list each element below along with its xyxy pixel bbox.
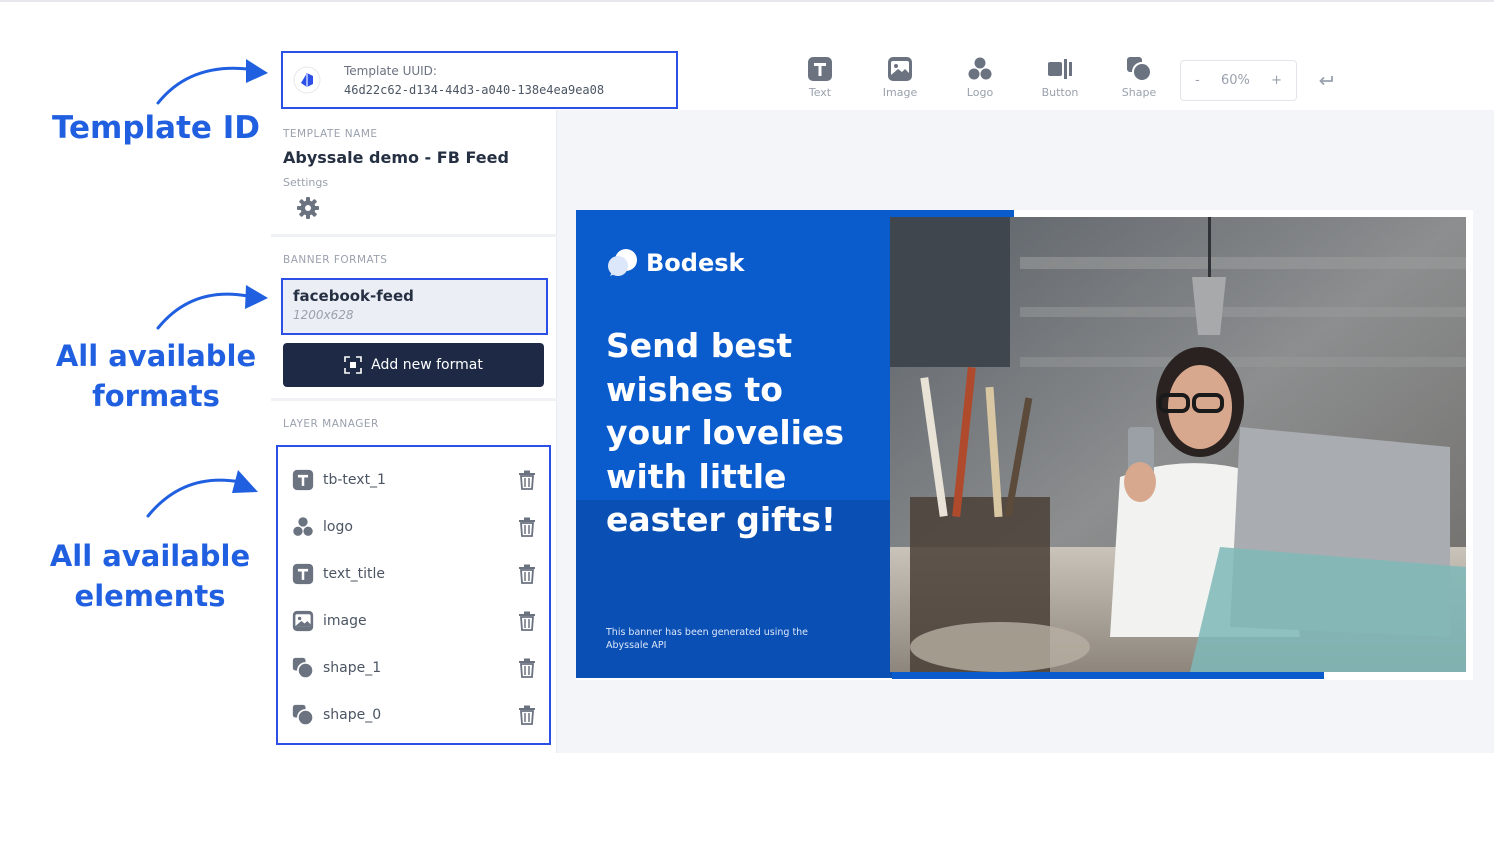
annotation-arrow-template-id	[156, 59, 268, 105]
layer-name: text_title	[323, 566, 386, 582]
layer-item-logo[interactable]: logo	[292, 512, 536, 542]
banner-logo[interactable]: Bodesk	[606, 248, 744, 278]
banner-brand-name: Bodesk	[646, 249, 745, 277]
toolbar-button-label: Button	[1041, 86, 1079, 99]
banner-footnote[interactable]: This banner has been generated using the…	[606, 626, 846, 652]
annotation-elements-line2: elements	[74, 579, 226, 613]
layer-item-shape-0[interactable]: shape_0	[292, 700, 536, 730]
button-icon	[1048, 59, 1072, 79]
template-name: Abyssale demo - FB Feed	[283, 148, 509, 167]
trash-icon[interactable]	[518, 517, 536, 537]
template-uuid-label: Template UUID:	[344, 63, 437, 78]
text-icon	[292, 563, 314, 585]
toolbar-text-button[interactable]: Text	[790, 56, 850, 99]
logo-icon	[968, 57, 992, 80]
toolbar-shape-label: Shape	[1121, 86, 1157, 99]
format-size: 1200x628	[293, 308, 354, 322]
add-new-format-button[interactable]: Add new format	[283, 343, 544, 387]
layer-item-image[interactable]: image	[292, 606, 536, 636]
toolbar-text-label: Text	[808, 86, 832, 99]
layer-name: shape_1	[323, 660, 382, 676]
annotation-formats-line2: formats	[92, 379, 220, 413]
toolbar-shape-button[interactable]: Shape	[1109, 56, 1169, 99]
undo-icon[interactable]	[1316, 70, 1336, 90]
toolbar-image-button[interactable]: Image	[870, 56, 930, 99]
toolbar-button-button[interactable]: Button	[1030, 56, 1090, 99]
trash-icon[interactable]	[518, 611, 536, 631]
top-rule	[0, 0, 1494, 2]
annotation-elements: All available elements	[32, 536, 268, 616]
zoom-control: - 60% +	[1180, 60, 1297, 101]
layer-manager-section-label: LAYER MANAGER	[283, 418, 379, 430]
banner-preview[interactable]: Bodesk Send best wishes to your lovelies…	[576, 210, 1473, 680]
shape-icon	[292, 704, 314, 726]
format-item-facebook-feed[interactable]: facebook-feed 1200x628	[281, 278, 548, 335]
trash-icon[interactable]	[518, 470, 536, 490]
toolbar-logo-button[interactable]: Logo	[950, 56, 1010, 99]
annotation-arrow-formats	[156, 285, 268, 330]
image-icon	[888, 57, 912, 81]
text-icon	[292, 469, 314, 491]
shape-icon	[1127, 57, 1152, 82]
template-name-section-label: TEMPLATE NAME	[283, 128, 378, 140]
annotation-elements-line1: All available	[49, 539, 251, 573]
sidebar-divider	[271, 398, 557, 401]
banner-bottom-shape[interactable]	[892, 671, 1324, 679]
layer-name: image	[323, 613, 367, 629]
layer-name: shape_0	[323, 707, 382, 723]
template-uuid-value[interactable]: 46d22c62-d134-44d3-a040-138e4ea9ea08	[344, 83, 604, 97]
template-uuid-box: Template UUID: 46d22c62-d134-44d3-a040-1…	[281, 51, 678, 109]
layer-manager-list: tb-text_1 logo text_title image shape_1 …	[276, 445, 551, 745]
banner-formats-section-label: BANNER FORMATS	[283, 254, 388, 266]
shape-icon	[292, 657, 314, 679]
annotation-template-id: Template ID	[52, 110, 260, 146]
toolbar-logo-label: Logo	[966, 86, 994, 99]
toolbar-image-label: Image	[882, 86, 918, 99]
image-icon	[292, 610, 314, 632]
annotation-formats-line1: All available	[55, 339, 257, 373]
add-new-format-label: Add new format	[371, 357, 483, 373]
layer-item-shape-1[interactable]: shape_1	[292, 653, 536, 683]
trash-icon[interactable]	[518, 705, 536, 725]
gear-icon[interactable]	[296, 196, 320, 220]
banner-photo[interactable]	[890, 217, 1466, 672]
bodesk-logo-icon	[608, 249, 637, 276]
annotation-formats: All available formats	[40, 336, 272, 416]
zoom-in-button[interactable]: +	[1271, 73, 1282, 88]
layer-item-text-title[interactable]: text_title	[292, 559, 536, 589]
layer-item-tb-text-1[interactable]: tb-text_1	[292, 465, 536, 495]
format-name: facebook-feed	[293, 287, 414, 305]
zoom-value: 60%	[1220, 73, 1250, 88]
add-format-icon	[344, 356, 362, 374]
annotation-arrow-elements	[146, 470, 258, 518]
settings-label: Settings	[283, 176, 329, 189]
logo-icon	[293, 517, 313, 536]
layer-name: logo	[323, 519, 353, 535]
banner-headline[interactable]: Send best wishes to your lovelies with l…	[606, 324, 876, 542]
trash-icon[interactable]	[518, 658, 536, 678]
abyssale-logo-icon	[293, 66, 321, 94]
trash-icon[interactable]	[518, 564, 536, 584]
layer-name: tb-text_1	[323, 472, 386, 488]
sidebar-divider	[271, 234, 557, 237]
zoom-out-button[interactable]: -	[1195, 73, 1200, 88]
text-icon	[808, 57, 832, 81]
